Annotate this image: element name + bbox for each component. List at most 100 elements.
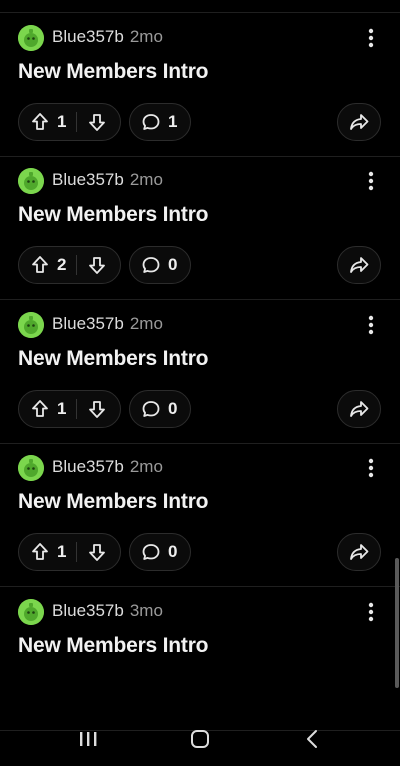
vote-count: 1 — [57, 542, 67, 561]
scrollbar[interactable] — [395, 558, 399, 688]
comment-count: 0 — [168, 398, 178, 418]
comment-icon-wrap — [130, 542, 168, 562]
arrow-up-icon — [32, 399, 48, 417]
share-button[interactable] — [337, 246, 381, 284]
avatar[interactable] — [18, 24, 44, 51]
avatar-icon — [18, 168, 44, 194]
avatar[interactable] — [18, 598, 44, 625]
upvote-button[interactable] — [19, 399, 57, 419]
post-meta: Blue357b 3mo — [52, 601, 163, 621]
post-meta: Blue357b 2mo — [52, 170, 163, 190]
post-meta: Blue357b 2mo — [52, 314, 163, 334]
recents-icon — [80, 732, 97, 746]
avatar[interactable] — [18, 311, 44, 338]
post-age: 2mo — [129, 170, 163, 189]
kebab-menu-icon — [368, 28, 374, 47]
author-name[interactable]: Blue357b — [52, 457, 124, 476]
post-card[interactable]: Blue357b 2mo New Members Intro 1 0 — [0, 301, 400, 444]
comments-button[interactable]: 0 — [129, 533, 191, 571]
comment-icon-wrap — [130, 399, 168, 419]
post-title[interactable]: New Members Intro — [18, 203, 209, 227]
post-card[interactable]: Blue357b1moNew Members Intro10 — [0, 0, 400, 13]
arrow-up-icon — [32, 112, 48, 130]
post-meta: Blue357b 2mo — [52, 457, 163, 477]
post-title[interactable]: New Members Intro — [18, 634, 209, 658]
arrow-down-icon — [89, 257, 105, 274]
downvote-button[interactable] — [77, 542, 117, 562]
vote-control: 1 — [18, 102, 121, 141]
avatar-icon — [18, 311, 44, 338]
downvote-button[interactable] — [77, 112, 117, 132]
post-card[interactable]: Blue357b 2mo New Members Intro 1 1 — [0, 14, 400, 157]
avatar[interactable] — [18, 455, 44, 481]
system-navigation-bar — [0, 712, 400, 766]
share-icon — [350, 113, 369, 130]
home-icon — [191, 730, 209, 748]
share-button[interactable] — [337, 533, 381, 571]
post-age: 3mo — [129, 600, 163, 620]
home-button[interactable] — [180, 726, 220, 752]
more-options-button[interactable] — [360, 601, 382, 623]
recents-button[interactable] — [68, 726, 108, 752]
vote-count: 2 — [57, 255, 67, 274]
more-options-button[interactable] — [360, 457, 382, 479]
kebab-menu-icon — [368, 171, 374, 191]
comment-bubble-icon — [142, 544, 160, 560]
more-options-button[interactable] — [360, 27, 382, 49]
comment-bubble-icon — [142, 113, 160, 130]
comments-button[interactable]: 1 — [129, 102, 191, 141]
kebab-menu-icon — [368, 602, 374, 621]
more-options-button[interactable] — [360, 170, 382, 192]
comment-count: 1 — [168, 111, 178, 131]
upvote-button[interactable] — [19, 112, 57, 132]
avatar-icon — [18, 598, 44, 625]
arrow-up-icon — [32, 256, 48, 273]
back-icon — [307, 730, 317, 748]
author-name[interactable]: Blue357b — [52, 27, 124, 46]
kebab-menu-icon — [368, 315, 374, 334]
back-button[interactable] — [293, 726, 333, 752]
vote-control: 1 — [18, 533, 121, 571]
share-icon — [350, 544, 369, 560]
comments-button[interactable]: 0 — [129, 246, 191, 284]
share-button[interactable] — [337, 389, 381, 428]
share-icon — [350, 400, 369, 417]
arrow-down-icon — [89, 400, 105, 418]
downvote-button[interactable] — [77, 255, 117, 275]
upvote-button[interactable] — [19, 542, 57, 562]
post-age: 2mo — [129, 457, 163, 476]
more-options-button[interactable] — [360, 314, 382, 336]
comment-count: 0 — [168, 542, 178, 561]
post-card[interactable]: Blue357b 3mo New Members Intro — [0, 588, 400, 731]
comment-bubble-icon — [142, 400, 160, 417]
avatar-icon — [18, 24, 44, 51]
vote-control: 1 — [18, 389, 121, 428]
post-card[interactable]: Blue357b 2mo New Members Intro 1 0 — [0, 444, 400, 587]
kebab-menu-icon — [368, 458, 374, 478]
post-card[interactable]: Blue357b 2mo New Members Intro 2 0 — [0, 157, 400, 300]
author-name[interactable]: Blue357b — [52, 601, 124, 620]
comments-button[interactable]: 0 — [129, 389, 191, 428]
downvote-button[interactable] — [77, 399, 117, 419]
post-age: 2mo — [129, 313, 163, 333]
post-age: 2mo — [129, 26, 163, 46]
author-name[interactable]: Blue357b — [52, 170, 124, 189]
arrow-down-icon — [89, 544, 105, 561]
vote-control: 2 — [18, 246, 121, 284]
comment-icon-wrap — [130, 255, 168, 275]
post-title[interactable]: New Members Intro — [18, 490, 209, 514]
post-meta: Blue357b 2mo — [52, 27, 163, 47]
upvote-button[interactable] — [19, 255, 57, 275]
author-name[interactable]: Blue357b — [52, 314, 124, 333]
arrow-up-icon — [32, 543, 48, 560]
comment-count: 0 — [168, 255, 178, 274]
comment-bubble-icon — [142, 257, 160, 273]
share-button[interactable] — [337, 102, 381, 141]
post-title[interactable]: New Members Intro — [18, 60, 209, 84]
vote-count: 1 — [57, 111, 67, 131]
avatar[interactable] — [18, 168, 44, 194]
comment-icon-wrap — [130, 112, 168, 132]
avatar-icon — [18, 455, 44, 481]
post-title[interactable]: New Members Intro — [18, 347, 209, 371]
share-icon — [350, 257, 369, 273]
